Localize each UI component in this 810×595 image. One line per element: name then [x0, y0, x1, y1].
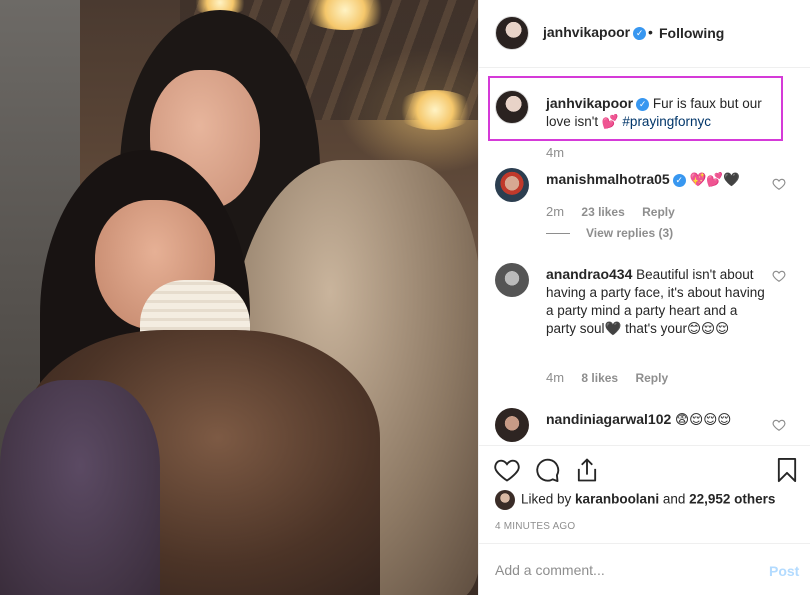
- comment-time[interactable]: 4m: [546, 370, 564, 385]
- post-timestamp[interactable]: 4 MINUTES AGO: [495, 521, 575, 532]
- liked-by-user[interactable]: karanboolani: [575, 492, 659, 507]
- comment-reply-button[interactable]: Reply: [642, 205, 675, 219]
- comment-text: 💖💕🖤: [689, 172, 740, 187]
- commenter-avatar[interactable]: [495, 168, 529, 202]
- comment-meta: 4m 8 likes Reply: [546, 370, 682, 385]
- commenter-avatar[interactable]: [495, 263, 529, 297]
- comment-text-block: manishmalhotra05 ✓ 💖💕🖤: [546, 170, 766, 189]
- caption-author-avatar[interactable]: [495, 90, 529, 124]
- comment-reply-button[interactable]: Reply: [635, 371, 668, 385]
- post-details-panel: janhvikapoor ✓ • Following janhvikapoor ✓ …: [478, 0, 810, 595]
- author-username[interactable]: janhvikapoor ✓: [543, 24, 647, 40]
- verified-badge-icon: ✓: [636, 97, 650, 111]
- separator-dot: •: [648, 24, 653, 40]
- comment-likes[interactable]: 23 likes: [581, 205, 624, 219]
- comment-bubble-icon[interactable]: [533, 456, 561, 484]
- post-actions: Liked by karanboolani and 22,952 others …: [479, 445, 810, 545]
- comment-meta: 2m 23 likes Reply: [546, 204, 689, 219]
- caption-username[interactable]: janhvikapoor: [546, 95, 633, 111]
- photo-lamp: [395, 90, 475, 130]
- comment-likes[interactable]: 8 likes: [581, 371, 618, 385]
- comment-text-block: anandrao434 Beautiful isn't about having…: [546, 265, 766, 338]
- like-comment-heart-icon[interactable]: [772, 418, 786, 432]
- author-username-text[interactable]: janhvikapoor: [543, 24, 630, 40]
- post-comment-button[interactable]: Post: [769, 563, 799, 579]
- view-replies-button[interactable]: View replies (3): [546, 226, 673, 240]
- like-comment-heart-icon[interactable]: [772, 177, 786, 191]
- like-comment-heart-icon[interactable]: [772, 269, 786, 283]
- author-avatar[interactable]: [495, 16, 529, 50]
- caption-meta: 4m: [546, 145, 578, 160]
- post-photo[interactable]: [0, 0, 478, 595]
- liked-by-summary: Liked by karanboolani and 22,952 others: [495, 490, 775, 510]
- liked-by-others[interactable]: 22,952 others: [689, 492, 775, 507]
- share-icon[interactable]: [573, 456, 601, 484]
- liked-by-prefix: Liked by: [521, 491, 576, 507]
- like-heart-icon[interactable]: [493, 456, 521, 484]
- caption-text-block: janhvikapoor ✓ Fur is faux but our love i…: [546, 94, 766, 131]
- commenter-avatar[interactable]: [495, 408, 529, 442]
- comment-username[interactable]: nandiniagarwal102: [546, 411, 671, 427]
- caption-time[interactable]: 4m: [546, 145, 564, 160]
- caption-hashtag-link[interactable]: #prayingfornyc: [622, 114, 711, 129]
- comment-username[interactable]: manishmalhotra05: [546, 171, 670, 187]
- add-comment-bar: Post: [479, 543, 810, 595]
- comment-text-block: nandiniagarwal102 😨😌😌😌: [546, 410, 766, 429]
- following-button[interactable]: Following: [659, 25, 724, 41]
- view-replies-label[interactable]: View replies (3): [586, 226, 673, 240]
- post-header: janhvikapoor ✓ • Following: [479, 0, 810, 68]
- liker-avatar[interactable]: [495, 490, 515, 510]
- comment-username[interactable]: anandrao434: [546, 266, 632, 282]
- bookmark-save-icon[interactable]: [773, 456, 801, 484]
- liked-by-middle: and: [659, 491, 690, 507]
- comment-time[interactable]: 2m: [546, 204, 564, 219]
- comment-text: 😨😌😌😌: [675, 412, 732, 427]
- verified-badge-icon: ✓: [633, 26, 647, 40]
- view-replies-line: [546, 233, 570, 235]
- add-comment-input[interactable]: [495, 560, 745, 580]
- verified-badge-icon: ✓: [672, 173, 686, 187]
- photo-fur-coat: [0, 380, 160, 595]
